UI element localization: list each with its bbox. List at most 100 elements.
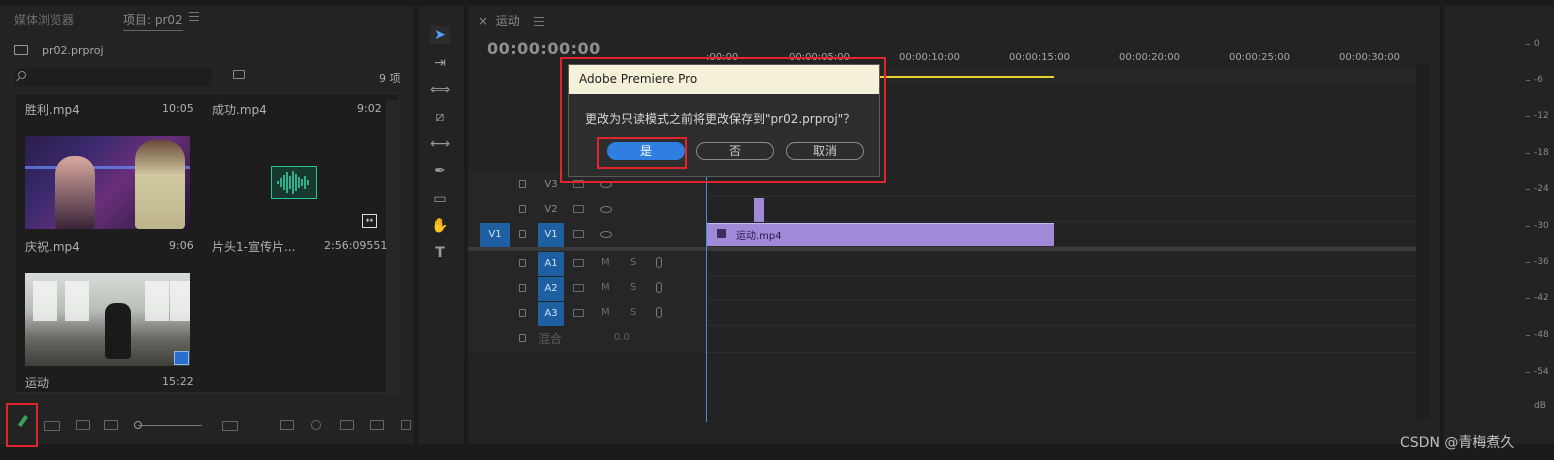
mic-icon[interactable] <box>656 307 662 318</box>
no-button[interactable]: 否 <box>696 142 774 160</box>
mic-icon[interactable] <box>656 282 662 293</box>
db-label: 0 <box>1534 39 1540 49</box>
track-select-tool-icon[interactable]: ⇥ <box>430 54 450 72</box>
ruler-label: 00:00:15:00 <box>1009 52 1071 63</box>
mute-button[interactable]: M <box>601 257 610 268</box>
mute-button[interactable]: M <box>601 282 610 293</box>
hand-tool-icon[interactable]: ✋ <box>430 217 450 235</box>
sync-lock-icon[interactable] <box>573 284 584 292</box>
new-item-icon[interactable] <box>370 420 384 430</box>
mic-icon[interactable] <box>656 257 662 268</box>
slip-tool-icon[interactable]: ⟷ <box>430 135 450 153</box>
sync-lock-icon[interactable] <box>573 230 584 238</box>
timeline-menu-icon[interactable] <box>534 17 544 26</box>
list-view-icon[interactable] <box>44 421 60 431</box>
sync-lock-icon[interactable] <box>573 309 584 317</box>
clip-duration: 9:06 <box>169 239 194 252</box>
clip-duration: 15:22 <box>162 375 194 388</box>
lock-icon[interactable] <box>519 284 526 292</box>
razor-tool-icon[interactable]: ⧄ <box>430 108 450 126</box>
sync-lock-icon[interactable] <box>573 259 584 267</box>
project-scrollbar[interactable] <box>386 100 400 394</box>
playhead-timecode[interactable]: 00:00:00:00 <box>487 39 601 58</box>
db-label: -48 <box>1534 330 1549 340</box>
new-bin-from-search-icon[interactable] <box>233 70 245 79</box>
mix-value[interactable]: 0.0 <box>614 332 630 343</box>
lock-icon[interactable] <box>519 309 526 317</box>
clip-thumbnail-sport[interactable] <box>25 273 190 366</box>
ripple-edit-tool-icon[interactable]: ⟺ <box>430 81 450 99</box>
sync-lock-icon[interactable] <box>573 205 584 213</box>
solo-button[interactable]: S <box>630 282 636 293</box>
track-label[interactable]: A3 <box>538 302 564 326</box>
write-mode-toggle-button[interactable] <box>6 403 38 447</box>
source-patch-v1[interactable]: V1 <box>480 223 510 247</box>
pen-tool-icon[interactable]: ✒ <box>430 162 450 180</box>
timeline-clip-v1[interactable]: 运动.mp4 <box>706 223 1054 246</box>
track-header: A3 M S <box>468 302 706 326</box>
pencil-icon <box>17 414 29 428</box>
type-tool-icon[interactable]: T <box>430 244 450 262</box>
folder-icon <box>14 45 28 55</box>
selection-tool-icon[interactable]: ➤ <box>430 26 450 44</box>
db-label: -30 <box>1534 221 1549 231</box>
clip-name[interactable]: 成功.mp4 <box>212 101 267 118</box>
mute-button[interactable]: M <box>601 307 610 318</box>
eye-icon[interactable] <box>600 206 612 213</box>
cancel-button[interactable]: 取消 <box>786 142 864 160</box>
lock-icon[interactable] <box>519 230 526 238</box>
solo-button[interactable]: S <box>630 257 636 268</box>
automate-to-sequence-icon[interactable] <box>280 420 294 430</box>
tab-media-browser[interactable]: 媒体浏览器 <box>14 11 74 28</box>
project-search-input[interactable] <box>14 68 212 86</box>
track-header: V1 V1 <box>468 223 706 247</box>
new-bin-icon[interactable] <box>340 420 354 430</box>
timeline-vertical-scrollbar[interactable] <box>1416 64 1430 420</box>
track-label[interactable]: V1 <box>538 223 564 247</box>
audio-meter-panel: 0 -6 -12 -18 -24 -30 -36 -42 -48 -54 dB <box>1444 6 1554 444</box>
freeform-view-icon[interactable] <box>104 420 118 430</box>
rectangle-tool-icon[interactable]: ▭ <box>430 190 450 208</box>
sort-icon[interactable] <box>222 421 238 431</box>
clip-duration: 9:02 <box>357 102 382 115</box>
video-audio-divider[interactable] <box>468 247 1430 251</box>
project-panel-tabs: 媒体浏览器 项目: pr02 <box>0 6 414 32</box>
audio-waveform-icon[interactable] <box>271 166 317 199</box>
track-label[interactable]: A2 <box>538 277 564 301</box>
ruler-label: 00:00:25:00 <box>1229 52 1291 63</box>
clip-thumbnail-celebrate[interactable] <box>25 136 190 229</box>
track-v2: V2 <box>468 198 1416 222</box>
panel-menu-icon[interactable] <box>189 12 199 21</box>
clip-label: 运动.mp4 <box>736 231 782 242</box>
zoom-slider-track[interactable] <box>138 425 202 426</box>
lock-icon[interactable] <box>519 205 526 213</box>
timeline-tab[interactable]: × 运动 <box>478 12 520 29</box>
ruler-label: 00:00:20:00 <box>1119 52 1181 63</box>
timeline-clip-v2[interactable] <box>754 198 764 222</box>
eye-icon[interactable] <box>600 231 612 238</box>
yes-button-highlight <box>597 137 687 169</box>
mix-label: 混合 <box>538 332 563 346</box>
clip-duration: 2:56:09551 <box>324 239 388 252</box>
ruler-label: 00:00:10:00 <box>899 52 961 63</box>
lock-icon[interactable] <box>519 180 526 188</box>
premiere-window: 媒体浏览器 项目: pr02 pr02.prproj 9 项 胜利.mp4 10… <box>0 0 1554 460</box>
icon-view-icon[interactable] <box>76 420 90 430</box>
clip-name[interactable]: 庆祝.mp4 <box>25 238 80 255</box>
tab-project[interactable]: 项目: pr02 <box>123 11 183 31</box>
find-icon[interactable] <box>311 420 321 430</box>
solo-button[interactable]: S <box>630 307 636 318</box>
clip-name[interactable]: 运动 <box>25 374 49 391</box>
lock-icon[interactable] <box>519 334 526 342</box>
track-label[interactable]: V2 <box>538 198 564 222</box>
clip-name[interactable]: 片头1-宣传片... <box>212 238 295 255</box>
trash-icon[interactable] <box>401 420 411 430</box>
fx-badge-icon <box>717 229 726 238</box>
track-label[interactable]: A1 <box>538 252 564 276</box>
db-label: -18 <box>1534 148 1549 158</box>
track-a3: A3 M S <box>468 302 1416 326</box>
track-mix: 混合 0.0 <box>468 327 1416 353</box>
track-header: 混合 0.0 <box>468 327 706 353</box>
lock-icon[interactable] <box>519 259 526 267</box>
clip-name[interactable]: 胜利.mp4 <box>25 101 80 118</box>
